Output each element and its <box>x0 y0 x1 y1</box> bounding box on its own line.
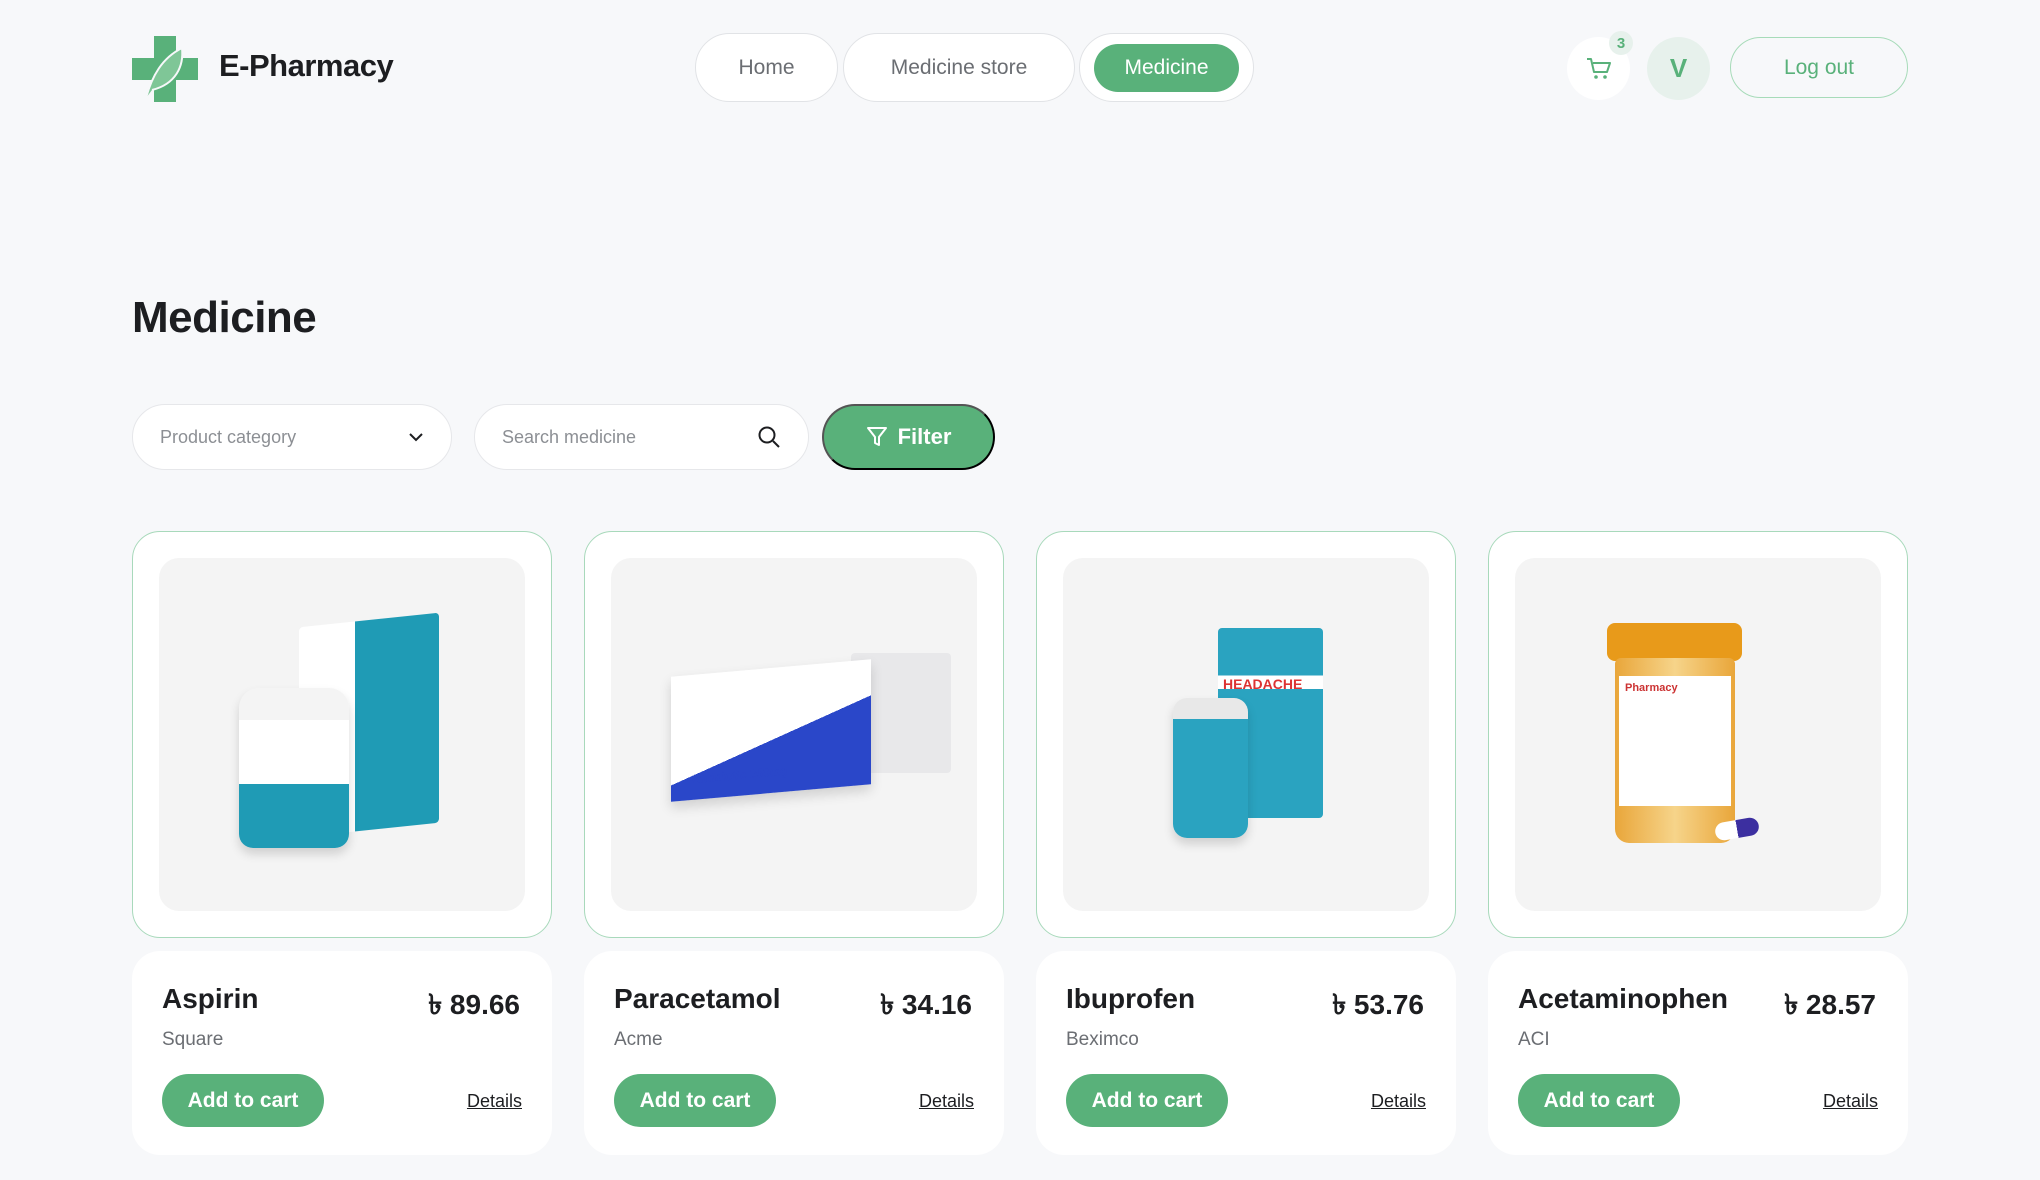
brand-name: E-Pharmacy <box>219 48 394 83</box>
product-maker: Square <box>162 1029 224 1050</box>
details-link[interactable]: Details <box>467 1091 522 1112</box>
product-image-card[interactable]: Pharmacy <box>1488 531 1908 938</box>
product-name: Ibuprofen <box>1066 983 1196 1014</box>
product-name: Acetaminophen <box>1518 983 1729 1014</box>
image-label: HEADACHE <box>1223 676 1303 692</box>
nav-medicine-label: Medicine <box>1094 43 1239 92</box>
product-image-paracetamol: Antibiotic 250mg <box>611 558 977 911</box>
logo-icon <box>132 36 198 102</box>
product-card-acetaminophen: Acetaminophen ৳ 28.57 ACI Add to cart De… <box>1488 951 1908 1155</box>
search-placeholder: Search medicine <box>502 426 637 447</box>
product-card-aspirin: Aspirin ৳ 89.66 Square Add to cart Detai… <box>132 951 552 1155</box>
user-avatar[interactable]: V <box>1647 37 1710 100</box>
filter-icon <box>866 427 887 446</box>
add-to-cart-button[interactable]: Add to cart <box>1066 1074 1228 1127</box>
product-price: ৳ 34.16 <box>880 989 972 1020</box>
nav-medicine-store-label: Medicine store <box>890 55 1028 79</box>
product-card-paracetamol: Paracetamol ৳ 34.16 Acme Add to cart Det… <box>584 951 1004 1155</box>
filter-label: Filter <box>897 424 952 449</box>
product-price: ৳ 28.57 <box>1784 989 1876 1020</box>
details-link[interactable]: Details <box>1371 1091 1426 1112</box>
product-name: Paracetamol <box>614 983 781 1014</box>
page-title: Medicine <box>132 293 317 342</box>
add-to-cart-button[interactable]: Add to cart <box>614 1074 776 1127</box>
product-maker: ACI <box>1518 1029 1550 1050</box>
cart-count-badge: 3 <box>1609 31 1633 55</box>
details-link[interactable]: Details <box>1823 1091 1878 1112</box>
product-maker: Acme <box>614 1029 663 1050</box>
product-image-card[interactable]: HEADACHE <box>1036 531 1456 938</box>
product-maker: Beximco <box>1066 1029 1139 1050</box>
image-label: Pharmacy <box>1619 676 1731 806</box>
product-price: ৳ 53.76 <box>1332 989 1424 1020</box>
nav-medicine[interactable]: Medicine <box>1079 33 1254 102</box>
nav-home-label: Home <box>738 55 795 79</box>
product-image-aspirin <box>159 558 525 911</box>
details-link[interactable]: Details <box>919 1091 974 1112</box>
product-card-ibuprofen: Ibuprofen ৳ 53.76 Beximco Add to cart De… <box>1036 951 1456 1155</box>
category-placeholder: Product category <box>160 426 297 447</box>
product-image-acetaminophen: Pharmacy <box>1515 558 1881 911</box>
search-icon[interactable] <box>757 425 781 449</box>
product-image-card[interactable]: Antibiotic 250mg <box>584 531 1004 938</box>
cart-icon <box>1586 57 1611 79</box>
product-price: ৳ 89.66 <box>428 989 520 1020</box>
chevron-down-icon <box>409 433 423 442</box>
search-input[interactable]: Search medicine <box>474 404 809 470</box>
filter-button[interactable]: Filter <box>822 404 995 470</box>
product-image-ibuprofen: HEADACHE <box>1063 558 1429 911</box>
nav-home[interactable]: Home <box>695 33 838 102</box>
product-name: Aspirin <box>162 983 259 1014</box>
logout-button[interactable]: Log out <box>1730 37 1908 98</box>
product-image-card[interactable] <box>132 531 552 938</box>
category-select[interactable]: Product category <box>132 404 452 470</box>
add-to-cart-button[interactable]: Add to cart <box>162 1074 324 1127</box>
add-to-cart-button[interactable]: Add to cart <box>1518 1074 1680 1127</box>
nav-medicine-store[interactable]: Medicine store <box>843 33 1075 102</box>
